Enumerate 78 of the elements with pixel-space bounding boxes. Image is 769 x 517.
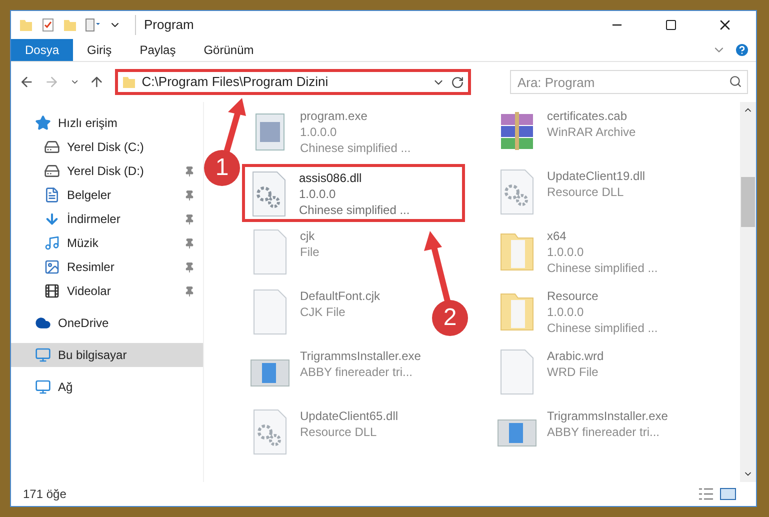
file-detail: 1.0.0.0: [547, 244, 585, 260]
help-icon[interactable]: [734, 42, 750, 58]
monitor-icon: [35, 347, 51, 363]
file-name: cjk: [300, 228, 316, 244]
sidebar-item[interactable]: Yerel Disk (C:): [11, 135, 203, 159]
file-detail: 1.0.0.0: [547, 304, 585, 320]
picture-icon: [44, 259, 60, 275]
pin-icon[interactable]: [184, 262, 195, 272]
music-note-icon: [44, 235, 60, 251]
file-detail: ABBY finereader tri...: [300, 364, 414, 380]
highlighted-file-item[interactable]: assis086.dll 1.0.0.0 Chinese simplified ...: [242, 164, 465, 222]
file-detail: ABBY finereader tri...: [547, 424, 660, 440]
file-detail: Resource DLL: [300, 424, 378, 440]
sidebar-item[interactable]: Videolar: [11, 279, 203, 303]
ribbon-tab[interactable]: Görünüm: [190, 39, 268, 61]
file-name: certificates.cab: [547, 108, 628, 124]
file-detail: File: [300, 244, 320, 260]
pin-icon[interactable]: [184, 190, 195, 200]
sidebar-item[interactable]: Resimler: [11, 255, 203, 279]
star-icon: [35, 115, 51, 131]
file-name: x64: [547, 228, 568, 244]
film-icon: [44, 283, 60, 299]
refresh-icon[interactable]: [451, 76, 464, 88]
scroll-thumb[interactable]: [741, 177, 755, 227]
file-name: DefaultFont.cjk: [300, 288, 380, 304]
file-name: TrigrammsInstaller.exe: [547, 408, 668, 424]
ribbon-tab[interactable]: Paylaş: [126, 39, 190, 61]
search-icon: [729, 75, 742, 88]
maximize-icon: [665, 19, 677, 31]
checklist-icon[interactable]: [41, 18, 55, 32]
sidebar-item[interactable]: OneDrive: [11, 311, 203, 335]
file-detail: WRD File: [547, 364, 600, 380]
sidebar-item[interactable]: Bu bilgisayar: [11, 343, 203, 367]
scrollbar[interactable]: [740, 102, 756, 482]
sidebar-item[interactable]: Belgeler: [11, 183, 203, 207]
back-arrow-icon[interactable]: [19, 74, 34, 90]
search-field[interactable]: Ara: Program: [510, 70, 748, 94]
file-name: UpdateClient19.dll: [547, 168, 646, 184]
drive-icon: [44, 163, 60, 179]
file-detail: Chinese simplified ...: [547, 260, 658, 276]
cloud-icon: [35, 315, 51, 331]
pin-icon[interactable]: [184, 238, 195, 248]
file-detail: Resource DLL: [547, 184, 625, 200]
window-title: Program: [135, 15, 194, 35]
file-name: program.exe: [300, 108, 368, 124]
sidebar-item[interactable]: İndirmeler: [11, 207, 203, 231]
annotation-arrow: [222, 98, 248, 154]
folder-icon: [122, 75, 136, 89]
file-detail: 1.0.0.0: [299, 186, 337, 202]
document-icon: [44, 187, 60, 203]
file-detail: Chinese simplified ...: [547, 320, 658, 336]
file-name: TrigrammsInstaller.exe: [300, 348, 421, 364]
drive-icon: [44, 139, 60, 155]
file-name: assis086.dll: [299, 170, 363, 186]
properties-icon[interactable]: [85, 18, 101, 32]
sidebar-item[interactable]: Müzik: [11, 231, 203, 255]
ribbon-tab[interactable]: Giriş: [73, 39, 126, 61]
address-path: C:\Program Files\Program Dizini: [142, 73, 330, 92]
item-count: 171 öğe: [23, 486, 66, 503]
address-bar[interactable]: C:\Program Files\Program Dizini: [114, 69, 472, 95]
file-detail: Chinese simplified ...: [299, 202, 410, 218]
file-detail: CJK File: [300, 304, 346, 320]
sidebar-item[interactable]: Ağ: [11, 375, 203, 399]
file-detail: WinRAR Archive: [547, 124, 636, 140]
file-detail: 1.0.0.0: [300, 124, 338, 140]
file-name: UpdateClient65.dll: [300, 408, 398, 424]
file-name: Arabic.wrd: [547, 348, 604, 364]
file-name: Resource: [547, 288, 600, 304]
details-view-icon[interactable]: [698, 488, 714, 500]
file-detail: Chinese simplified ...: [300, 140, 411, 156]
pin-icon[interactable]: [184, 214, 195, 224]
pin-icon[interactable]: [184, 286, 195, 296]
network-monitor-icon: [35, 379, 51, 395]
sidebar-item[interactable]: Yerel Disk (D:): [11, 159, 203, 183]
ribbon-tab[interactable]: Dosya: [11, 39, 74, 61]
pin-icon[interactable]: [184, 166, 195, 176]
large-icons-view-icon[interactable]: [720, 488, 736, 500]
sidebar-item[interactable]: Hızlı erişim: [11, 111, 203, 135]
